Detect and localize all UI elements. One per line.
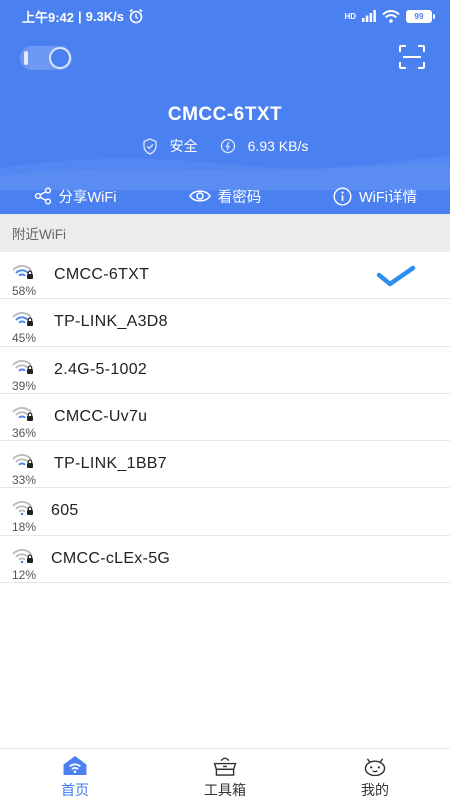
wifi-signal-percent: 39% [12,378,37,393]
wifi-ssid: TP-LINK_A3D8 [54,313,168,331]
cell-signal-icon [362,10,376,22]
view-password-button[interactable]: 看密码 [150,178,300,214]
wifi-list-item[interactable]: 58% CMCC-6TXT [0,252,450,300]
wifi-list-item[interactable]: 33% TP-LINK_1BB7 [0,441,450,489]
connected-ssid: CMCC-6TXT [167,104,283,125]
speed-stat: 6.93 KB/s [220,138,309,154]
wifi-ssid: TP-LINK_1BB7 [54,455,167,473]
wifi-list-item[interactable]: 39% 2.4G-5-1002 [0,347,450,394]
share-icon [34,187,51,205]
wifi-list-item[interactable]: 45% TP-LINK_A3D8 [0,299,450,347]
connection-stats: 安全 6.93 KB/s [0,136,450,156]
status-time: 上午9:42 [22,9,75,25]
toggle-indicator [24,51,28,65]
wifi-details-label: WiFi详情 [359,189,417,206]
wifi-list-item[interactable]: 18% 605 [0,488,450,536]
nearby-wifi-section-title: 附近WiFi [0,214,450,252]
wifi-status-icon [382,9,400,23]
alarm-icon [129,8,143,24]
wifi-signal-lock-icon [12,406,33,421]
nav-home-label: 首页 [61,782,89,798]
android-face-icon [364,758,386,776]
battery-icon: 99 [406,9,435,23]
header: 上午9:42 | 9.3K/s HD 99 CMCC-6TXT 安全 6.93 … [0,0,450,214]
wifi-signal-percent: 18% [12,520,37,535]
wifi-ssid: CMCC-6TXT [54,266,150,283]
wifi-signal-percent: 33% [12,473,37,488]
speed-label: 6.93 KB/s [247,138,309,154]
wifi-list-item[interactable]: 12% CMCC-cLEx-5G [0,536,450,584]
wifi-signal-lock-icon [12,501,33,516]
shield-icon [142,137,157,155]
header-actions: 分享WiFi 看密码 WiFi详情 [0,178,450,214]
wifi-ssid: CMCC-cLEx-5G [51,549,171,567]
eye-icon [188,190,211,202]
wifi-ssid: 605 [51,502,79,520]
wifi-signal-percent: 12% [12,567,37,582]
wifi-ssid: 2.4G-5-1002 [54,360,148,378]
nav-toolbox-tab[interactable]: 工具箱 [150,749,300,800]
network-type: HD [344,11,356,21]
nav-home-tab[interactable]: 首页 [0,749,150,800]
wifi-details-button[interactable]: WiFi详情 [300,178,450,214]
wifi-list-item[interactable]: 36% CMCC-Uv7u [0,394,450,442]
info-icon [333,186,352,206]
wifi-signal-lock-icon [12,312,33,327]
nav-mine-tab[interactable]: 我的 [300,749,450,800]
nav-mine-label: 我的 [361,782,389,798]
home-wifi-icon [63,755,87,776]
wifi-signal-lock-icon [12,548,33,563]
nav-toolbox-label: 工具箱 [204,782,246,798]
security-stat: 安全 [142,136,198,156]
toggle-knob [49,47,71,69]
status-divider: | [78,8,82,24]
wifi-signal-lock-icon [12,359,33,374]
scan-icon[interactable] [398,44,426,70]
wifi-signal-percent: 58% [12,284,37,298]
view-password-label: 看密码 [217,189,262,206]
wifi-ssid: CMCC-Uv7u [54,407,148,425]
security-label: 安全 [169,138,198,154]
toolbox-icon [213,757,237,776]
status-bar: 上午9:42 | 9.3K/s HD 99 [0,0,450,32]
share-wifi-button[interactable]: 分享WiFi [0,178,150,214]
wifi-list: 58% CMCC-6TXT 45% TP-LINK_A3D8 39% 2.4G-… [0,252,450,584]
wifi-signal-lock-icon [12,265,33,279]
wifi-toggle[interactable] [20,46,72,70]
connected-check-icon [376,265,416,287]
wifi-signal-percent: 45% [12,331,37,346]
battery-level: 99 [414,11,424,21]
bottom-nav: 首页 工具箱 我的 [0,748,450,800]
wifi-signal-percent: 36% [12,425,37,440]
status-speed: 9.3K/s [85,8,124,24]
speed-icon [220,138,235,154]
wifi-signal-lock-icon [12,454,33,469]
share-wifi-label: 分享WiFi [58,189,117,206]
